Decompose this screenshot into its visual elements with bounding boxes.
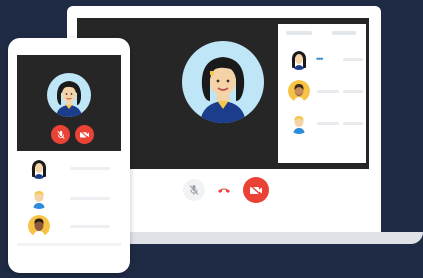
camera-off-button[interactable] xyxy=(243,177,269,203)
man-avatar-icon xyxy=(288,112,310,134)
participant-row[interactable] xyxy=(26,156,116,182)
placeholder-line xyxy=(317,122,339,125)
placeholder-line xyxy=(343,58,363,61)
placeholder-line xyxy=(343,90,363,93)
call-controls xyxy=(175,176,285,204)
woman-avatar-icon xyxy=(28,157,50,179)
woman-avatar-icon xyxy=(288,48,310,70)
man-dark-avatar-icon xyxy=(28,215,50,237)
panel-header-placeholder xyxy=(286,31,312,35)
participant-row[interactable] xyxy=(285,110,365,140)
participant-row[interactable] xyxy=(26,186,116,212)
placeholder-line xyxy=(70,167,110,170)
participant-row[interactable]: ••• xyxy=(285,46,365,76)
man-beard-avatar-icon xyxy=(288,80,310,102)
mute-button[interactable] xyxy=(51,125,70,144)
participant-row[interactable] xyxy=(285,78,365,108)
camera-off-button[interactable] xyxy=(75,125,94,144)
camera-off-icon xyxy=(79,130,89,139)
mute-button[interactable] xyxy=(183,179,205,201)
man-avatar-icon xyxy=(28,187,50,209)
placeholder-line xyxy=(70,225,110,228)
woman-avatar-icon xyxy=(182,41,264,123)
phone-hangup-icon xyxy=(218,188,230,193)
speaking-dots-icon: ••• xyxy=(316,54,324,64)
placeholder-line xyxy=(343,122,363,125)
hangup-button[interactable] xyxy=(213,179,235,201)
participants-panel: ••• xyxy=(278,24,366,163)
camera-off-icon xyxy=(249,184,262,196)
participant-row[interactable] xyxy=(26,214,116,240)
panel-header-placeholder xyxy=(332,31,356,35)
phone-video-screen xyxy=(17,55,121,151)
mic-off-icon xyxy=(189,185,199,195)
mic-off-icon xyxy=(56,130,65,139)
phone-device xyxy=(8,38,130,273)
placeholder-line xyxy=(317,90,339,93)
placeholder-line xyxy=(70,197,110,200)
woman-avatar-icon xyxy=(47,73,91,117)
phone-bottom-bar xyxy=(17,243,121,246)
